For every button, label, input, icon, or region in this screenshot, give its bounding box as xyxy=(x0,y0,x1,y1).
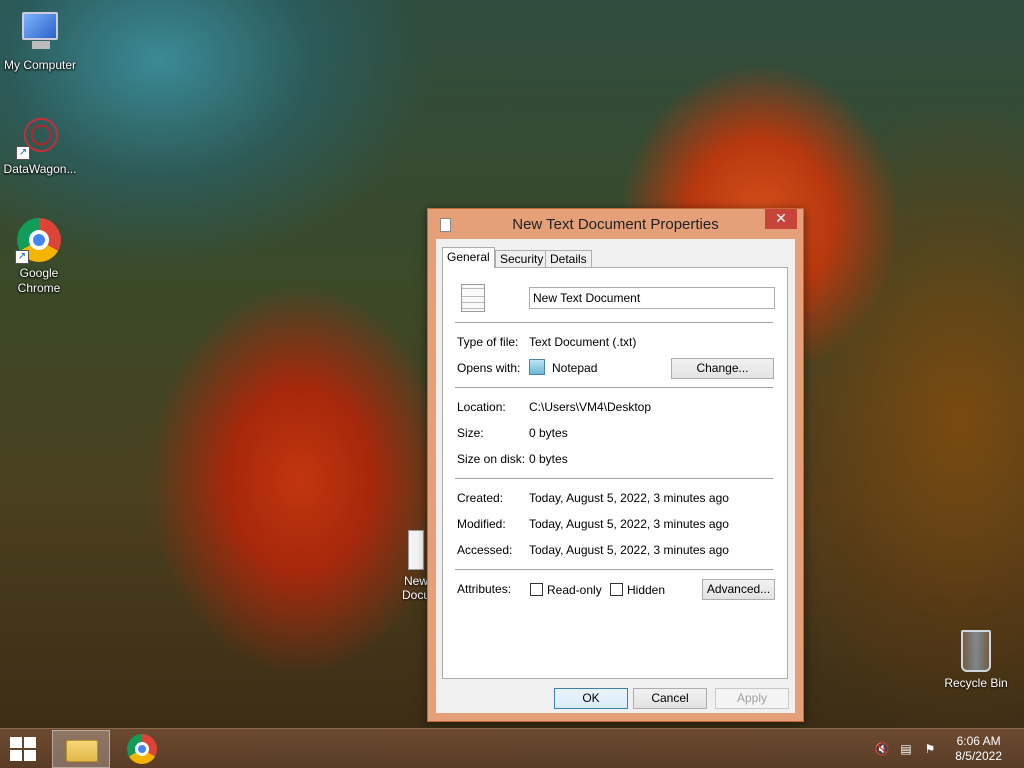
shortcut-arrow-icon: ↗ xyxy=(16,146,30,160)
text-file-icon xyxy=(461,284,485,312)
attributes-label: Attributes: xyxy=(457,582,512,596)
close-button[interactable]: ✕ xyxy=(765,209,797,229)
datawagon-icon: ↗ xyxy=(16,112,64,160)
advanced-button[interactable]: Advanced... xyxy=(702,579,775,600)
size-value: 0 bytes xyxy=(529,426,568,440)
taskbar: 🔇 ▤ ⚑ 6:06 AM 8/5/2022 xyxy=(0,728,1024,768)
created-value: Today, August 5, 2022, 3 minutes ago xyxy=(529,491,729,505)
opens-with-value: Notepad xyxy=(552,361,598,375)
cancel-button[interactable]: Cancel xyxy=(633,688,707,709)
desktop-icon-label: DataWagon... xyxy=(3,162,77,176)
type-of-file-value: Text Document (.txt) xyxy=(529,335,637,349)
text-document-icon xyxy=(408,530,424,570)
hidden-label[interactable]: Hidden xyxy=(627,583,665,597)
dialog-client-area: General Security Details Type of file: T… xyxy=(436,239,795,713)
separator xyxy=(455,322,773,323)
modified-label: Modified: xyxy=(457,517,506,531)
taskbar-chrome-icon[interactable] xyxy=(127,734,157,764)
opens-with-label: Opens with: xyxy=(457,361,521,375)
taskbar-file-explorer[interactable] xyxy=(52,730,110,768)
chrome-icon: ↗ xyxy=(15,216,63,264)
size-label: Size: xyxy=(457,426,484,440)
shortcut-arrow-icon: ↗ xyxy=(15,250,29,264)
type-of-file-label: Type of file: xyxy=(457,335,519,349)
separator xyxy=(455,569,773,570)
dialog-title: New Text Document Properties xyxy=(512,216,719,233)
accessed-label: Accessed: xyxy=(457,543,513,557)
apply-button[interactable]: Apply xyxy=(715,688,789,709)
separator xyxy=(455,387,773,388)
read-only-checkbox[interactable] xyxy=(530,583,543,596)
folder-icon xyxy=(66,740,98,762)
change-button[interactable]: Change... xyxy=(671,358,774,379)
file-name-input[interactable] xyxy=(529,287,775,309)
location-label: Location: xyxy=(457,400,506,414)
desktop-icon-my-computer[interactable]: My Computer xyxy=(0,8,80,73)
tab-security[interactable]: Security xyxy=(495,250,549,267)
title-bar[interactable]: New Text Document Properties ✕ xyxy=(428,209,803,239)
volume-muted-icon[interactable]: 🔇 xyxy=(874,742,890,756)
tab-details[interactable]: Details xyxy=(545,250,592,267)
desktop-icon-label: My Computer xyxy=(3,58,77,72)
separator xyxy=(455,478,773,479)
modified-value: Today, August 5, 2022, 3 minutes ago xyxy=(529,517,729,531)
accessed-value: Today, August 5, 2022, 3 minutes ago xyxy=(529,543,729,557)
created-label: Created: xyxy=(457,491,504,505)
windows-start-icon[interactable] xyxy=(10,737,38,761)
general-tab-panel: Type of file: Text Document (.txt) Opens… xyxy=(442,267,788,679)
notepad-icon xyxy=(529,359,545,375)
system-clock[interactable]: 6:06 AM 8/5/2022 xyxy=(955,734,1002,764)
properties-dialog: New Text Document Properties ✕ General S… xyxy=(427,208,804,722)
desktop-icon-label: Google Chrome xyxy=(17,266,61,295)
clock-date: 8/5/2022 xyxy=(955,749,1002,763)
computer-icon xyxy=(16,8,64,56)
size-on-disk-value: 0 bytes xyxy=(529,452,568,466)
read-only-label[interactable]: Read-only xyxy=(547,583,602,597)
recycle-bin-icon xyxy=(961,630,991,672)
action-center-flag-icon[interactable]: ⚑ xyxy=(922,742,938,756)
desktop-icon-google-chrome[interactable]: ↗ Google Chrome xyxy=(0,216,78,296)
hidden-checkbox[interactable] xyxy=(610,583,623,596)
location-value: C:\Users\VM4\Desktop xyxy=(529,400,652,414)
clock-time: 6:06 AM xyxy=(956,734,1001,748)
size-on-disk-label: Size on disk: xyxy=(457,452,526,466)
desktop-icon-datawagon[interactable]: ↗ DataWagon... xyxy=(0,112,80,177)
desktop-icon-label: Recycle Bin xyxy=(944,676,1008,690)
tab-general[interactable]: General xyxy=(442,247,495,268)
desktop-icon-recycle-bin[interactable]: Recycle Bin xyxy=(938,630,1014,690)
ok-button[interactable]: OK xyxy=(554,688,628,709)
network-icon[interactable]: ▤ xyxy=(898,742,914,756)
